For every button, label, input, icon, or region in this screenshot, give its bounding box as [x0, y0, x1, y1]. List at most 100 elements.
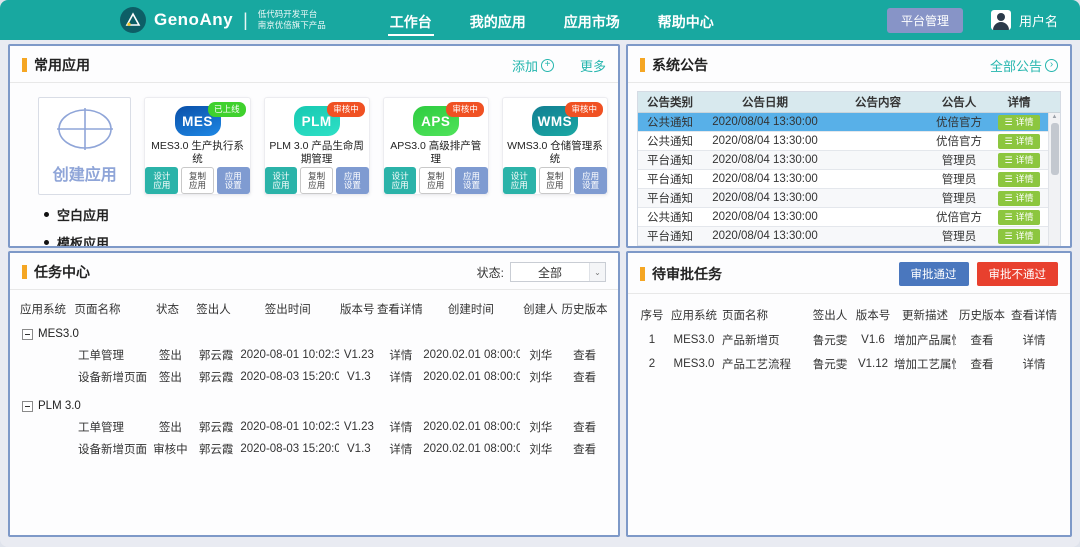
- blank-app-option[interactable]: 空白应用: [44, 205, 618, 224]
- history-link[interactable]: 查看: [561, 441, 608, 457]
- copy-app-button[interactable]: 复制应用: [419, 167, 452, 194]
- status-select[interactable]: 全部 ⌄: [510, 262, 606, 282]
- list-icon: ☰: [1004, 118, 1012, 127]
- scrollbar-thumb[interactable]: [1051, 123, 1059, 175]
- tagline-line2: 南京优倍旗下产品: [258, 20, 326, 31]
- user-avatar-icon: [991, 10, 1011, 30]
- detail-link[interactable]: 详情: [378, 369, 423, 385]
- accent-bar: [22, 58, 27, 72]
- scrollbar[interactable]: ▲: [1048, 113, 1060, 246]
- brand-tagline: 低代码开发平台 南京优倍旗下产品: [258, 9, 326, 31]
- task-row[interactable]: 设备新增页面 签出 郭云霞 2020-08-03 15:20:00 V1.3 详…: [20, 366, 608, 388]
- app-card-plm[interactable]: 审核中 PLM PLM 3.0 产品生命周期管理 设计应用 复制应用 应用设置: [264, 97, 370, 195]
- design-app-button[interactable]: 设计应用: [265, 167, 298, 194]
- announcement-row[interactable]: 平台通知 2020/08/04 13:30:00 管理员 ☰详情: [638, 227, 1060, 246]
- detail-button[interactable]: ☰详情: [998, 134, 1039, 149]
- detail-link[interactable]: 详情: [1008, 356, 1060, 372]
- common-apps-header: 常用应用 添加 + 更多: [10, 46, 618, 83]
- app-card-mes[interactable]: 已上线 MES MES3.0 生产执行系统 设计应用 复制应用 应用设置: [144, 97, 250, 195]
- task-row[interactable]: 工单管理 签出 郭云霞 2020-08-01 10:02:30 V1.23 详情…: [20, 416, 608, 438]
- reject-button[interactable]: 审批不通过: [977, 262, 1059, 286]
- announcement-row[interactable]: 平台通知 2020/08/04 13:30:00 管理员 ☰详情: [638, 151, 1060, 170]
- template-app-option[interactable]: 模板应用: [44, 233, 618, 246]
- all-announcements-link[interactable]: 全部公告 ›: [990, 56, 1058, 75]
- design-app-button[interactable]: 设计应用: [384, 167, 417, 194]
- accent-bar: [22, 265, 27, 279]
- create-app-card[interactable]: 创建应用: [38, 97, 131, 195]
- app-settings-button[interactable]: 应用设置: [336, 167, 369, 194]
- detail-button[interactable]: ☰详情: [998, 115, 1039, 130]
- user-menu[interactable]: 用户名: [991, 10, 1058, 30]
- detail-button[interactable]: ☰详情: [998, 172, 1039, 187]
- approval-row[interactable]: 2 MES3.0 产品工艺流程 鲁元雯 V1.12 增加工艺属性...... 查…: [638, 352, 1060, 376]
- detail-button[interactable]: ☰详情: [998, 229, 1039, 244]
- app-card-aps[interactable]: 审核中 APS APS3.0 高级排产管理 设计应用 复制应用 应用设置: [383, 97, 489, 195]
- main-grid: 常用应用 添加 + 更多: [0, 40, 1080, 537]
- task-row[interactable]: 工单管理 签出 郭云霞 2020-08-01 10:02:30 V1.23 详情…: [20, 344, 608, 366]
- approvals-table-header: 序号 应用系统 页面名称 签出人 版本号 更新描述 历史版本 查看详情: [638, 302, 1060, 328]
- add-app-link[interactable]: 添加 +: [512, 56, 554, 75]
- username: 用户名: [1019, 11, 1058, 30]
- history-link[interactable]: 查看: [561, 369, 608, 385]
- list-icon: ☰: [1004, 156, 1012, 165]
- history-link[interactable]: 查看: [956, 356, 1008, 372]
- col-by: 公告人: [928, 92, 990, 112]
- design-app-button[interactable]: 设计应用: [145, 167, 178, 194]
- task-center-title: 任务中心: [34, 262, 90, 282]
- copy-app-button[interactable]: 复制应用: [300, 167, 333, 194]
- task-table-header: 应用系统 页面名称 状态 签出人 签出时间 版本号 查看详情 创建时间 创建人 …: [20, 296, 608, 322]
- nav-my-apps[interactable]: 我的应用: [468, 3, 528, 38]
- nav-app-market[interactable]: 应用市场: [562, 3, 622, 38]
- announcement-row[interactable]: 公共通知 2020/08/04 13:30:00 优倍官方 ☰详情: [638, 132, 1060, 151]
- platform-admin-button[interactable]: 平台管理: [887, 8, 963, 33]
- common-apps-body: 创建应用 已上线 MES MES3.0 生产执行系统 设计应用 复制应用 应用设…: [10, 83, 618, 246]
- status-badge: 审核中: [446, 102, 484, 117]
- collapse-icon[interactable]: [22, 329, 33, 340]
- app-card-wms[interactable]: 审核中 WMS WMS3.0 仓储管理系统 设计应用 复制应用 应用设置: [502, 97, 608, 195]
- detail-button[interactable]: ☰详情: [998, 210, 1039, 225]
- status-filter-label: 状态:: [477, 264, 504, 281]
- history-link[interactable]: 查看: [561, 347, 608, 363]
- create-options: 空白应用 模板应用: [10, 195, 618, 246]
- collapse-icon[interactable]: [22, 401, 33, 412]
- design-app-button[interactable]: 设计应用: [503, 167, 536, 194]
- announcement-row[interactable]: 公共通知 2020/08/04 13:30:00 优倍官方 ☰详情: [638, 113, 1060, 132]
- app-name: MES3.0 生产执行系统: [145, 140, 249, 166]
- status-badge: 审核中: [327, 102, 365, 117]
- app-settings-button[interactable]: 应用设置: [455, 167, 488, 194]
- brand-logo-icon: [120, 7, 146, 33]
- app-name: PLM 3.0 产品生命周期管理: [265, 140, 369, 166]
- detail-link[interactable]: 详情: [378, 441, 423, 457]
- col-type: 公告类别: [638, 92, 702, 112]
- top-header: GenoAny | 低代码开发平台 南京优倍旗下产品 工作台 我的应用 应用市场…: [0, 0, 1080, 40]
- approval-row[interactable]: 1 MES3.0 产品新增页 鲁元雯 V1.6 增加产品属性 查看 详情: [638, 328, 1060, 352]
- task-row[interactable]: 设备新增页面 审核中 郭云霞 2020-08-03 15:20:00 V1.3 …: [20, 438, 608, 460]
- page: GenoAny | 低代码开发平台 南京优倍旗下产品 工作台 我的应用 应用市场…: [0, 0, 1080, 547]
- more-apps-link[interactable]: 更多: [580, 56, 606, 75]
- app-settings-button[interactable]: 应用设置: [574, 167, 607, 194]
- detail-button[interactable]: ☰详情: [998, 153, 1039, 168]
- copy-app-button[interactable]: 复制应用: [181, 167, 214, 194]
- announcement-row[interactable]: 公共通知 2020/08/04 13:30:00 优倍官方 ☰详情: [638, 208, 1060, 227]
- approve-button[interactable]: 审批通过: [899, 262, 969, 286]
- app-settings-button[interactable]: 应用设置: [217, 167, 250, 194]
- history-link[interactable]: 查看: [956, 332, 1008, 348]
- detail-link[interactable]: 详情: [378, 419, 423, 435]
- panel-common-apps: 常用应用 添加 + 更多: [8, 44, 620, 248]
- scroll-up-icon[interactable]: ▲: [1049, 114, 1060, 120]
- task-center-header: 任务中心 状态: 全部 ⌄: [10, 253, 618, 290]
- history-link[interactable]: 查看: [561, 419, 608, 435]
- announcement-row[interactable]: 平台通知 2020/08/04 13:30:00 管理员 ☰详情: [638, 170, 1060, 189]
- copy-app-button[interactable]: 复制应用: [539, 167, 572, 194]
- detail-link[interactable]: 详情: [1008, 332, 1060, 348]
- nav-help-center[interactable]: 帮助中心: [656, 3, 716, 38]
- announcement-row[interactable]: 平台通知 2020/08/04 13:30:00 管理员 ☰详情: [638, 189, 1060, 208]
- task-group-plm: PLM 3.0: [20, 396, 608, 416]
- tagline-line1: 低代码开发平台: [258, 9, 326, 20]
- detail-link[interactable]: 详情: [378, 347, 423, 363]
- list-icon: ☰: [1004, 194, 1012, 203]
- col-date: 公告日期: [702, 92, 828, 112]
- app-name: APS3.0 高级排产管理: [384, 140, 488, 166]
- nav-workbench[interactable]: 工作台: [388, 3, 434, 38]
- detail-button[interactable]: ☰详情: [998, 191, 1039, 206]
